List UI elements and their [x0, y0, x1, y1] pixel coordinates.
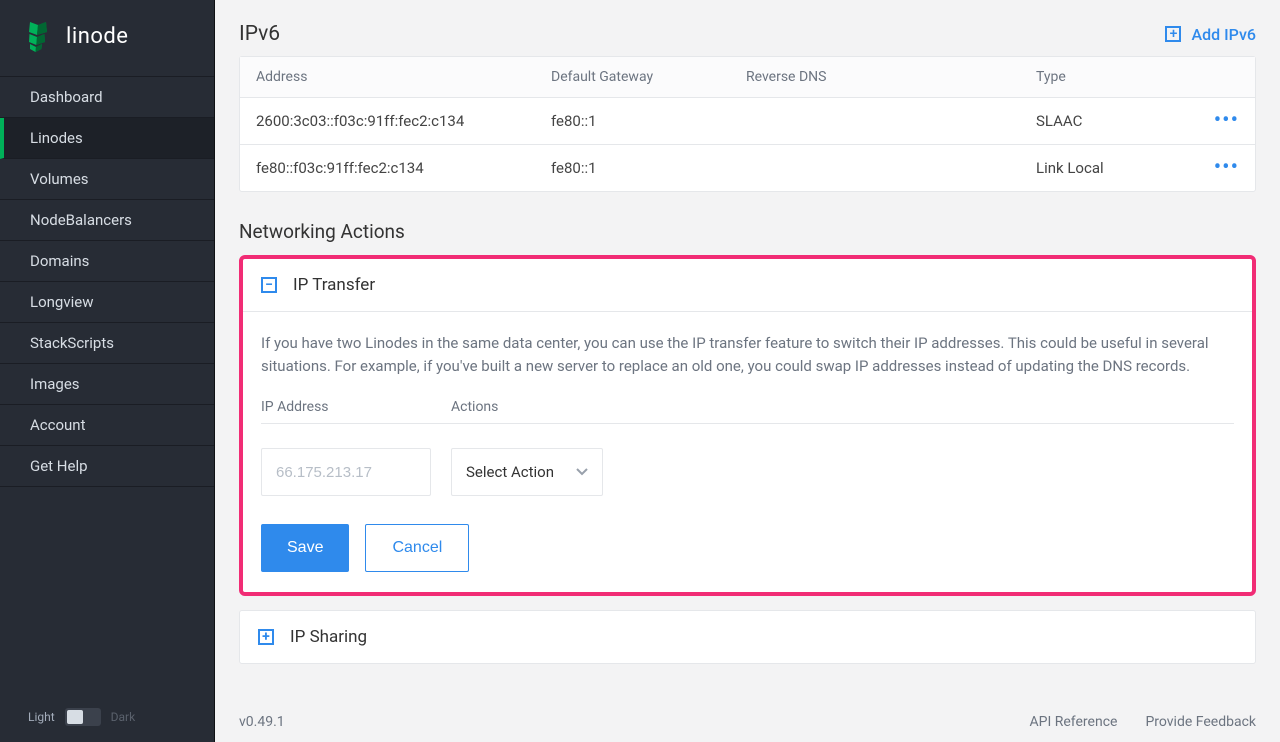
- version-label: v0.49.1: [239, 714, 285, 730]
- toggle-knob: [67, 710, 83, 724]
- ip-transfer-panel: − IP Transfer If you have two Linodes in…: [239, 255, 1256, 596]
- row-actions-icon[interactable]: •••: [1214, 108, 1239, 133]
- sidebar-item-linodes[interactable]: Linodes: [0, 118, 214, 159]
- cell-address: fe80::f03c:91ff:fec2:c134: [256, 159, 551, 177]
- provide-feedback-link[interactable]: Provide Feedback: [1145, 714, 1256, 730]
- ip-sharing-title: IP Sharing: [290, 627, 367, 647]
- sidebar-item-dashboard[interactable]: Dashboard: [0, 77, 214, 118]
- save-button-label: Save: [287, 539, 323, 557]
- page-footer: v0.49.1 API Reference Provide Feedback: [239, 702, 1256, 730]
- cell-type: Link Local: [1036, 159, 1199, 177]
- cell-type: SLAAC: [1036, 112, 1199, 130]
- sidebar-item-label: Account: [30, 416, 86, 434]
- brand-name: linode: [66, 24, 128, 49]
- field-labels: IP Address Actions: [261, 399, 1234, 415]
- ipv6-title: IPv6: [239, 22, 280, 46]
- ip-sharing-header[interactable]: + IP Sharing: [240, 611, 1255, 663]
- ip-address-input: [261, 448, 431, 496]
- cell-gateway: fe80::1: [551, 159, 746, 177]
- ipv6-table-header: Address Default Gateway Reverse DNS Type: [240, 57, 1255, 98]
- cancel-button-label: Cancel: [392, 539, 442, 557]
- sidebar-item-account[interactable]: Account: [0, 405, 214, 446]
- plus-icon: +: [1165, 26, 1181, 42]
- sidebar-item-label: Longview: [30, 293, 93, 311]
- action-select[interactable]: Select Action: [451, 448, 603, 496]
- networking-actions-title: Networking Actions: [239, 220, 1256, 243]
- sidebar-item-label: Dashboard: [30, 88, 103, 106]
- ipv6-section-header: IPv6 + Add IPv6: [239, 22, 1256, 46]
- linode-logo-icon: [24, 20, 56, 52]
- expand-icon: +: [258, 629, 274, 645]
- sidebar-item-label: Linodes: [30, 129, 83, 147]
- label-ip-address: IP Address: [261, 399, 451, 415]
- save-button[interactable]: Save: [261, 524, 349, 572]
- ipv6-table: Address Default Gateway Reverse DNS Type…: [239, 56, 1256, 192]
- sidebar-item-label: StackScripts: [30, 334, 114, 352]
- sidebar-item-gethelp[interactable]: Get Help: [0, 446, 214, 487]
- ip-transfer-header[interactable]: − IP Transfer: [243, 259, 1252, 312]
- table-row: fe80::f03c:91ff:fec2:c134 fe80::1 Link L…: [240, 145, 1255, 191]
- col-header-address: Address: [256, 69, 551, 85]
- cancel-button[interactable]: Cancel: [365, 524, 469, 572]
- fields-row: Select Action: [261, 423, 1234, 496]
- sidebar-item-images[interactable]: Images: [0, 364, 214, 405]
- col-header-type: Type: [1036, 69, 1199, 85]
- sidebar-item-label: NodeBalancers: [30, 211, 132, 229]
- sidebar: linode Dashboard Linodes Volumes NodeBal…: [0, 0, 215, 742]
- footer-links: API Reference Provide Feedback: [1030, 714, 1257, 730]
- chevron-down-icon: [576, 466, 588, 478]
- cell-gateway: fe80::1: [551, 112, 746, 130]
- select-placeholder: Select Action: [466, 463, 554, 481]
- sidebar-item-label: Images: [30, 375, 80, 393]
- sidebar-item-label: Volumes: [30, 170, 89, 188]
- sidebar-item-stackscripts[interactable]: StackScripts: [0, 323, 214, 364]
- sidebar-item-domains[interactable]: Domains: [0, 241, 214, 282]
- sidebar-item-longview[interactable]: Longview: [0, 282, 214, 323]
- theme-switcher: Light Dark: [0, 692, 214, 742]
- theme-toggle[interactable]: [65, 708, 101, 726]
- col-header-rdns: Reverse DNS: [746, 69, 1036, 85]
- theme-dark-label: Dark: [111, 710, 136, 724]
- row-actions-icon[interactable]: •••: [1214, 155, 1239, 180]
- sidebar-item-volumes[interactable]: Volumes: [0, 159, 214, 200]
- api-reference-link[interactable]: API Reference: [1030, 714, 1118, 730]
- sidebar-item-label: Domains: [30, 252, 89, 270]
- theme-light-label: Light: [28, 710, 55, 724]
- cell-address: 2600:3c03::f03c:91ff:fec2:c134: [256, 112, 551, 130]
- brand-logo[interactable]: linode: [0, 0, 214, 76]
- add-ipv6-button[interactable]: + Add IPv6: [1165, 25, 1256, 44]
- add-ipv6-label: Add IPv6: [1191, 25, 1256, 44]
- col-header-gateway: Default Gateway: [551, 69, 746, 85]
- sidebar-item-nodebalancers[interactable]: NodeBalancers: [0, 200, 214, 241]
- main-content: IPv6 + Add IPv6 Address Default Gateway …: [215, 0, 1280, 742]
- sidebar-item-label: Get Help: [30, 457, 88, 475]
- ip-transfer-title: IP Transfer: [293, 275, 375, 295]
- ip-transfer-body: If you have two Linodes in the same data…: [243, 312, 1252, 592]
- label-actions: Actions: [451, 399, 498, 415]
- table-row: 2600:3c03::f03c:91ff:fec2:c134 fe80::1 S…: [240, 98, 1255, 145]
- collapse-icon: −: [261, 277, 277, 293]
- ip-sharing-panel: + IP Sharing: [239, 610, 1256, 664]
- ip-transfer-description: If you have two Linodes in the same data…: [261, 332, 1234, 377]
- sidebar-nav: Dashboard Linodes Volumes NodeBalancers …: [0, 76, 214, 487]
- button-row: Save Cancel: [261, 524, 1234, 572]
